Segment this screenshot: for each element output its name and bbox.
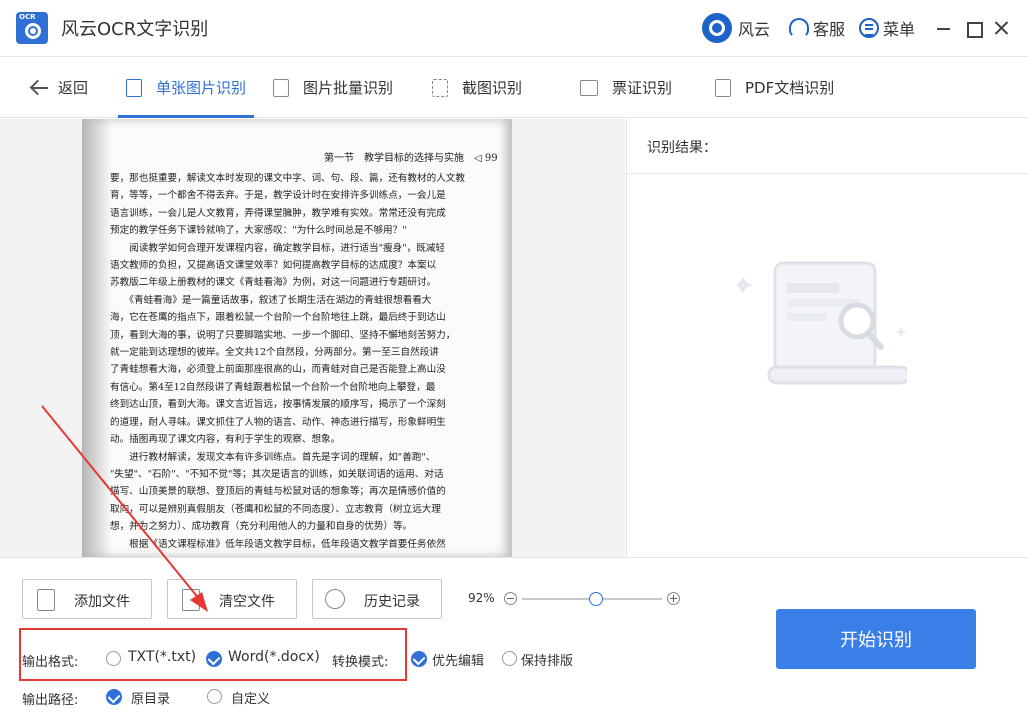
history-label: 历史记录 <box>364 591 420 611</box>
mode-layout-radio[interactable] <box>502 651 517 666</box>
clear-file-label: 清空文件 <box>219 591 275 611</box>
zoom-slider-thumb[interactable] <box>589 592 603 606</box>
mode-edit-label[interactable]: 优先编辑 <box>432 650 484 669</box>
menu-button[interactable]: 菜单 <box>859 14 915 42</box>
page-text-line: 就一定能到达理想的彼岸。全文共12个自然段，分两部分。第一至三自然段讲 <box>110 344 505 361</box>
tab-label: 单张图片识别 <box>156 77 246 98</box>
output-path-label: 输出路径: <box>22 689 78 708</box>
page-text-line: 了青蛙想看大海，必须登上前面那座很高的山，而青蛙对自己是否能登上高山没 <box>110 361 505 378</box>
tab-screenshot[interactable]: 截图识别 <box>432 57 522 118</box>
brand-icon <box>702 13 732 43</box>
back-label: 返回 <box>58 77 88 98</box>
page-text-line: "失望"、"石阶"、"不知不觉"等；其次是语言的训练，如关联词语的运用、对话 <box>110 466 505 483</box>
mode-layout-label[interactable]: 保持排版 <box>521 650 573 669</box>
image-icon <box>126 79 142 97</box>
zoom-in-icon[interactable] <box>667 592 680 605</box>
page-text-line: 语言训练，一会儿是人文教育，弄得课堂臃肿，教学难有实效。常常还没有完成 <box>110 205 505 222</box>
path-custom-radio[interactable] <box>207 689 222 704</box>
logo-text: OCR <box>19 13 35 21</box>
page-text-line: 《青蛙看海》是一篇童话故事，叙述了长期生活在湖边的青蛙很想看看大 <box>110 292 505 309</box>
page-text-line: 有信心。第4至12自然段讲了青蛙跟着松鼠一个台阶一个台阶地向上攀登，最 <box>110 379 505 396</box>
page-text-line: 取向，可以是辨别真假朋友（苍鹰和松鼠的不同态度）、立志教育（树立远大理 <box>110 501 505 518</box>
result-title: 识别结果： <box>647 137 717 157</box>
function-tab-bar: 返回 单张图片识别 图片批量识别 截图识别 票证识别 PDF文档识别 <box>0 56 1028 118</box>
tab-label: 票证识别 <box>612 77 672 98</box>
page-text-line: 动。插图再现了课文内容，有利于学生的观察、想象。 <box>110 431 505 448</box>
empty-document-illustration <box>737 257 907 387</box>
clock-icon <box>325 589 345 609</box>
history-button[interactable]: 历史记录 <box>312 579 442 619</box>
page-text-line: 苏教版二年级上册教材的课文《青蛙看海》为例，对这一问题进行专题研讨。 <box>110 274 505 291</box>
upload-icon <box>273 79 289 97</box>
headset-icon <box>789 18 809 38</box>
mode-edit-radio-checked[interactable] <box>411 651 427 667</box>
tab-certificate[interactable]: 票证识别 <box>580 57 672 118</box>
app-logo-icon: OCR <box>16 12 48 44</box>
scanned-page: 第一节 教学目标的选择与实施 ◁ 99 要，那也挺重要，解读文本时发现的课文中字… <box>82 119 512 557</box>
page-spine-shadow <box>82 119 112 557</box>
tab-batch-image[interactable]: 图片批量识别 <box>273 57 393 118</box>
crop-icon <box>432 79 448 97</box>
minimize-icon[interactable] <box>934 18 954 38</box>
page-text-line: 终到达山顶，看到大海。课文言近旨远，按事情发展的顺序写，揭示了一个深刻 <box>110 396 505 413</box>
page-text-line: 进行教材解读，发现文本有许多训练点。首先是字词的理解，如"善跑"、 <box>110 449 505 466</box>
page-text-line: 海，它在苍鹰的指点下，跟着松鼠一个台阶一个台阶地往上跳，最后终于到达山 <box>110 309 505 326</box>
tab-label: 截图识别 <box>462 77 522 98</box>
page-header: 第一节 教学目标的选择与实施 ◁ 99 <box>324 149 498 164</box>
page-text-line: 顶，看到大海的事，说明了只要脚踏实地、一步一个脚印、坚持不懈地刻苦努力， <box>110 327 505 344</box>
service-label: 客服 <box>813 16 845 40</box>
add-file-button[interactable]: 添加文件 <box>22 579 152 619</box>
page-body-text: 要，那也挺重要，解读文本时发现的课文中字、词、句、段、篇，还有教材的人文教育，等… <box>110 170 505 553</box>
divider <box>627 173 1028 174</box>
page-text-line: 想，并为之努力）、成功教育（充分利用他人的力量和自身的优势）等。 <box>110 518 505 535</box>
zoom-level: 92% <box>468 591 495 605</box>
page-text-line: 阅读教学如何合理开发课程内容，确定教学目标，进行适当"瘦身"，既减轻 <box>110 240 505 257</box>
arrow-left-icon <box>30 80 50 96</box>
path-custom-label[interactable]: 自定义 <box>231 688 270 707</box>
path-original-label[interactable]: 原目录 <box>131 688 170 707</box>
page-text-line: 语文教师的负担，又提高语文课堂效率？如何提高教学目标的达成度？本案以 <box>110 257 505 274</box>
page-text-line: 预定的教学任务下课铃就响了，大家感叹："为什么时间总是不够用？" <box>110 222 505 239</box>
back-button[interactable]: 返回 <box>30 77 88 98</box>
customer-service-button[interactable]: 客服 <box>789 14 845 42</box>
maximize-icon[interactable] <box>963 18 983 38</box>
tab-label: PDF文档识别 <box>745 77 834 98</box>
tab-label: 图片批量识别 <box>303 77 393 98</box>
page-text-line: 要，那也挺重要，解读文本时发现的课文中字、词、句、段、篇，还有教材的人文教 <box>110 170 505 187</box>
page-text-line: 的道理，耐人寻味。课文抓住了人物的语言、动作、神态进行描写，形象鲜明生 <box>110 414 505 431</box>
page-text-line: 根据《语文课程标准》低年段语文教学目标，低年段语文教学首要任务依然 <box>110 536 505 553</box>
tab-pdf[interactable]: PDF文档识别 <box>715 57 834 118</box>
scan-icon <box>580 80 598 96</box>
bottom-panel: 添加文件 清空文件 历史记录 92% 开始识别 输出格式: TXT(*.txt)… <box>0 557 1028 724</box>
image-preview-pane[interactable]: 第一节 教学目标的选择与实施 ◁ 99 要，那也挺重要，解读文本时发现的课文中字… <box>0 119 625 557</box>
path-original-radio-checked[interactable] <box>106 689 122 705</box>
page-text-line: 描写、山顶美景的联想、登顶后的青蛙与松鼠对话的想象等；再次是情感价值的 <box>110 483 505 500</box>
clear-file-button[interactable]: 清空文件 <box>167 579 297 619</box>
start-recognition-button[interactable]: 开始识别 <box>776 609 976 669</box>
title-bar: OCR 风云OCR文字识别 风云 客服 菜单 <box>0 0 1028 56</box>
brand-button[interactable]: 风云 <box>702 14 770 42</box>
tab-single-image[interactable]: 单张图片识别 <box>126 57 246 118</box>
app-title: 风云OCR文字识别 <box>61 15 208 41</box>
add-file-icon <box>37 589 55 611</box>
pdf-icon <box>715 79 731 97</box>
menu-icon <box>859 18 879 38</box>
annotation-highlight-box <box>19 628 407 681</box>
result-pane: 识别结果： <box>626 119 1028 557</box>
page-text-line: 育，等等，一个都舍不得丢弃。于是，教学设计时在安排许多训练点，一会儿是 <box>110 187 505 204</box>
zoom-out-icon[interactable] <box>504 592 517 605</box>
close-icon[interactable] <box>992 18 1012 38</box>
menu-label: 菜单 <box>883 16 915 40</box>
brand-label: 风云 <box>738 16 770 40</box>
clear-file-icon <box>182 589 200 611</box>
add-file-label: 添加文件 <box>74 591 130 611</box>
